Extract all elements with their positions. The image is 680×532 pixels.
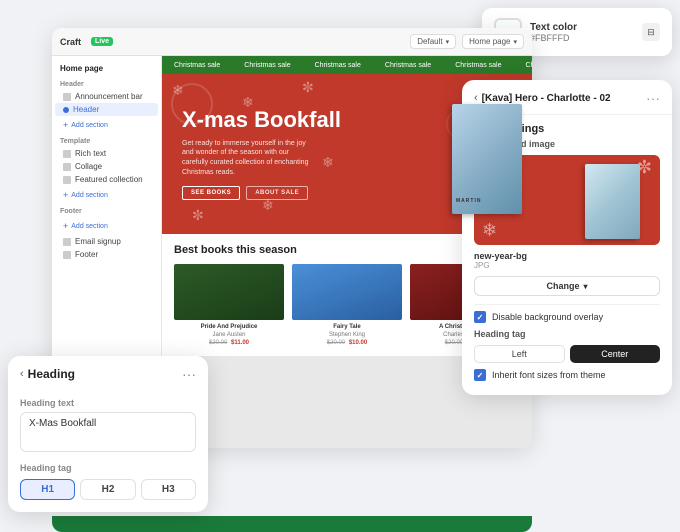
editor-topbar: Craft Live Default Home page: [52, 28, 532, 56]
sidebar-template-label: Template: [52, 134, 161, 147]
richtext-icon: [63, 150, 71, 158]
book-cover-2: [292, 264, 402, 320]
banner-text-area: X-mas Bookfall Get ready to immerse your…: [162, 92, 452, 215]
heading-back-button[interactable]: ‹: [20, 368, 24, 380]
price-sale-1: $11.00: [231, 340, 249, 346]
bg-image-book: [585, 164, 640, 239]
featured-icon: [63, 176, 71, 184]
heading-text-label: Heading text: [20, 398, 196, 408]
announcement-icon: [63, 93, 71, 101]
image-format: JPG: [474, 261, 660, 270]
book-title-2: Fairy Tale: [292, 324, 402, 332]
book-card-1: Pride And Prejudice Jane Austen $20.00 $…: [174, 264, 284, 346]
color-label: Text color: [530, 22, 634, 33]
price-original-1: $20.00: [209, 340, 227, 346]
xmas-item-4: Christmas sale: [373, 62, 443, 69]
book-title-1: Pride And Prejudice: [174, 324, 284, 332]
sidebar-footer-label: Footer: [52, 204, 161, 217]
collage-icon: [63, 163, 71, 171]
tag-h2-button[interactable]: H2: [80, 479, 135, 500]
inherit-fonts-label: Inherit font sizes from theme: [492, 370, 606, 380]
align-center-button[interactable]: Center: [570, 345, 661, 363]
sidebar-item-featured[interactable]: Featured collection: [55, 173, 158, 186]
xmas-item-3: Christmas sale: [303, 62, 373, 69]
heading-tag-label: Heading tag: [20, 463, 196, 473]
sidebar-item-header[interactable]: Header: [55, 103, 158, 116]
price-sale-2: $10.00: [349, 340, 367, 346]
price-original-2: $20.00: [327, 340, 345, 346]
heading-text-input[interactable]: X-Mas Bookfall: [20, 412, 196, 452]
heading-panel-menu-button[interactable]: ···: [182, 366, 196, 382]
banner-subtitle: Get ready to immerse yourself in the joy…: [182, 139, 312, 178]
heading-tag-buttons: H1 H2 H3: [20, 479, 196, 500]
sidebar-item-email[interactable]: Email signup: [55, 235, 158, 248]
kava-panel-title: [Kava] Hero - Charlotte - 02: [482, 93, 642, 104]
book-author-2: Stephen King: [292, 332, 402, 338]
kava-menu-button[interactable]: ···: [646, 90, 660, 106]
bg-snowflake-3: ❄: [482, 220, 497, 241]
homepage-dropdown[interactable]: Home page: [462, 34, 524, 49]
sidebar-item-richtext[interactable]: Rich text: [55, 147, 158, 160]
xmas-item-6: Christmas sale: [513, 62, 532, 69]
xmas-banner-bar: Christmas sale Christmas sale Christmas …: [162, 56, 532, 74]
add-section-btn-3[interactable]: Add section: [55, 219, 116, 233]
email-icon: [63, 238, 71, 246]
image-filename: new-year-bg: [474, 251, 660, 261]
sidebar-item-announcement[interactable]: Announcement bar: [55, 90, 158, 103]
about-sale-button[interactable]: ABOUT SALE: [246, 186, 308, 200]
book-author-1: Jane Austen: [174, 332, 284, 338]
sidebar-item-collage[interactable]: Collage: [55, 160, 158, 173]
live-badge: Live: [91, 37, 113, 46]
xmas-item-2: Christmas sale: [232, 62, 302, 69]
price-original-3: $20.00: [445, 340, 463, 346]
color-info: Text color #FBFFFD: [530, 22, 634, 43]
default-dropdown[interactable]: Default: [410, 34, 456, 49]
see-books-button[interactable]: SEE BOOKS: [182, 186, 240, 200]
banner-title: X-mas Bookfall: [182, 108, 432, 132]
sidebar-page-title: Home page: [52, 62, 161, 77]
book-card-2: Fairy Tale Stephen King $20.00 $10.00: [292, 264, 402, 346]
heading-panel-body: Heading text X-Mas Bookfall Heading tag …: [8, 388, 208, 512]
inherit-fonts-checkbox[interactable]: [474, 369, 486, 381]
disable-overlay-checkbox[interactable]: [474, 311, 486, 323]
book-prices-1: $20.00 $11.00: [174, 340, 284, 346]
tag-h1-button[interactable]: H1: [20, 479, 75, 500]
footer-icon: [63, 251, 71, 259]
kava-heading-tag-label: Heading tag: [474, 329, 660, 339]
banner-buttons: SEE BOOKS ABOUT SALE: [182, 186, 432, 200]
bottom-green-bar: [52, 516, 532, 532]
disable-overlay-label: Disable background overlay: [492, 312, 603, 322]
add-section-btn-1[interactable]: Add section: [55, 118, 116, 132]
disable-overlay-row: Disable background overlay: [474, 311, 660, 323]
align-buttons: Left Center: [474, 345, 660, 363]
tag-h3-button[interactable]: H3: [141, 479, 196, 500]
heading-panel-header: ‹ Heading ···: [8, 356, 208, 388]
xmas-item-1: Christmas sale: [162, 62, 232, 69]
align-left-button[interactable]: Left: [474, 345, 565, 363]
sidebar-header-label: Header: [52, 77, 161, 90]
book-prices-2: $20.00 $10.00: [292, 340, 402, 346]
xmas-item-5: Christmas sale: [443, 62, 513, 69]
color-value: #FBFFFD: [530, 33, 634, 43]
kava-divider-1: [474, 304, 660, 305]
heading-panel: ‹ Heading ··· Heading text X-Mas Bookfal…: [8, 356, 208, 512]
inherit-fonts-row: Inherit font sizes from theme: [474, 369, 660, 381]
add-section-btn-2[interactable]: Add section: [55, 188, 116, 202]
heading-panel-title: Heading: [28, 367, 178, 381]
sidebar-item-footer[interactable]: Footer: [55, 248, 158, 261]
banner-book-image: [452, 104, 522, 214]
book-cover-1: [174, 264, 284, 320]
kava-back-button[interactable]: ‹: [474, 92, 478, 104]
layout-icon[interactable]: ⊟: [642, 23, 660, 41]
active-dot: [63, 107, 69, 113]
editor-logo: Craft: [60, 37, 81, 47]
change-image-button[interactable]: Change: [474, 276, 660, 296]
